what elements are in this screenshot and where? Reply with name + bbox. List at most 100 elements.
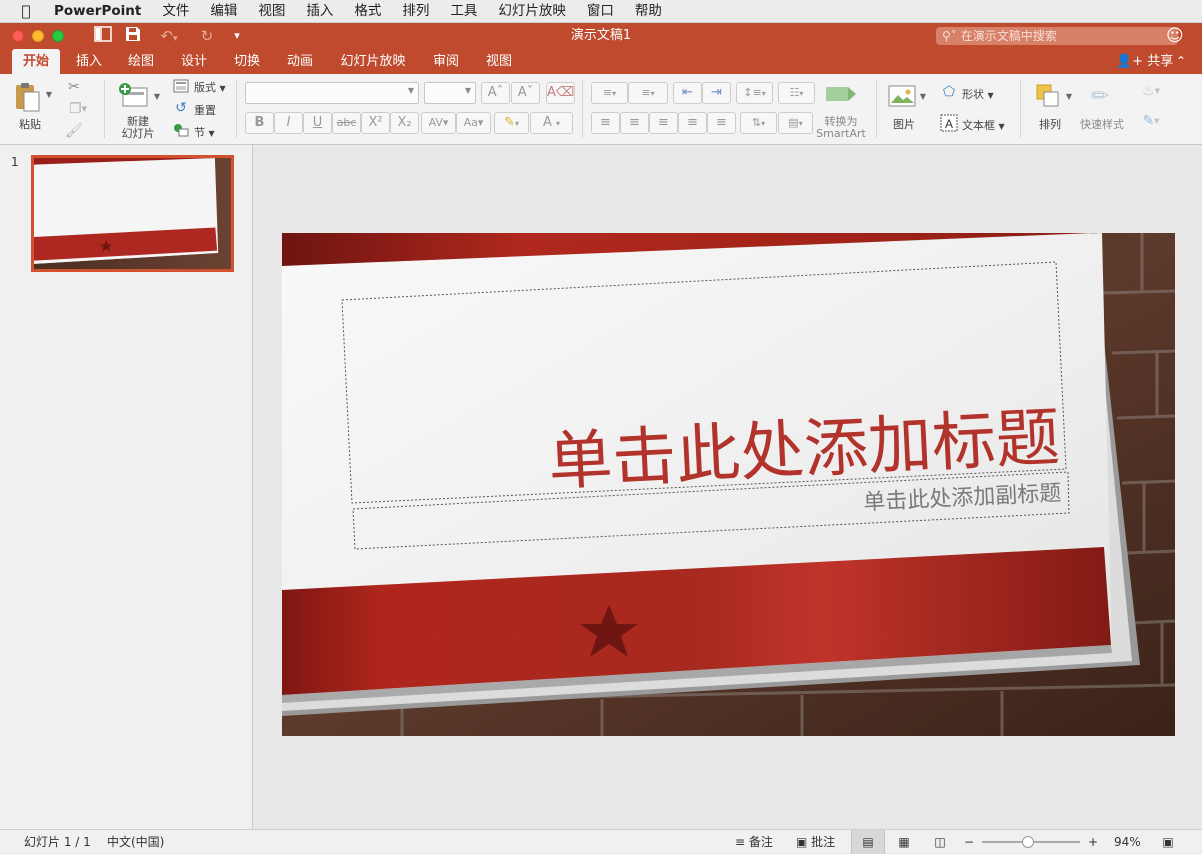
undo-icon[interactable]: ↶▾ — [154, 26, 184, 46]
language-indicator[interactable]: 中文(中国) — [107, 830, 164, 854]
tab-view[interactable]: 视图 — [476, 49, 522, 74]
tab-insert[interactable]: 插入 — [66, 49, 112, 74]
decrease-indent-icon[interactable]: ⇤ — [673, 82, 702, 104]
character-spacing-icon[interactable]: AV▾ — [421, 112, 456, 134]
reading-view-icon[interactable]: ◫ — [930, 830, 950, 854]
textbox-button[interactable]: 文本框 ▼ — [962, 117, 1005, 133]
tab-animations[interactable]: 动画 — [277, 49, 323, 74]
change-case-icon[interactable]: Aa▾ — [456, 112, 491, 134]
new-slide-icon[interactable] — [116, 80, 150, 114]
shape-outline-icon[interactable]: ✎ ▼ — [1136, 112, 1166, 130]
feedback-smiley-icon[interactable]: ☺▾ — [1166, 26, 1186, 64]
comments-button[interactable]: ▣ 批注 — [796, 830, 835, 854]
new-slide-dropdown-icon[interactable]: ▼ — [152, 92, 162, 101]
tab-draw[interactable]: 绘图 — [118, 49, 164, 74]
tab-home[interactable]: 开始 — [12, 49, 60, 74]
tab-design[interactable]: 设计 — [171, 49, 217, 74]
clear-formatting-icon[interactable]: A⌫ — [546, 82, 575, 104]
zoom-window-button[interactable] — [52, 30, 64, 42]
grow-font-icon[interactable]: Aˆ — [481, 82, 510, 104]
fit-to-window-icon[interactable]: ▣ — [1160, 830, 1176, 854]
menu-file[interactable]: 文件 — [162, 0, 189, 23]
cut-icon[interactable]: ✂ — [64, 78, 84, 96]
underline-button[interactable]: U — [303, 112, 332, 134]
layout-button[interactable]: 版式 ▼ — [194, 79, 226, 95]
distributed-icon[interactable]: ≡ — [707, 112, 736, 134]
menu-arrange[interactable]: 排列 — [402, 0, 429, 23]
search-field[interactable]: ⚲˅ 在演示文稿中搜索 — [936, 27, 1178, 45]
line-spacing-icon[interactable]: ↕≡▾ — [736, 82, 773, 104]
picture-dropdown-icon[interactable]: ▼ — [918, 92, 928, 101]
paste-icon[interactable] — [12, 80, 42, 114]
menu-insert[interactable]: 插入 — [306, 0, 333, 23]
menu-view[interactable]: 视图 — [258, 0, 285, 23]
layout-icon[interactable] — [172, 78, 190, 94]
customize-toolbar-icon[interactable]: ▾ — [228, 26, 246, 46]
tab-slideshow[interactable]: 幻灯片放映 — [332, 49, 414, 74]
zoom-out-icon[interactable]: − — [962, 830, 976, 854]
menu-edit[interactable]: 编辑 — [210, 0, 237, 23]
font-size-dropdown[interactable]: ▼ — [424, 82, 476, 104]
save-icon[interactable] — [122, 26, 144, 46]
highlight-icon[interactable]: ✎▾ — [494, 112, 529, 134]
font-name-dropdown[interactable]: ▼ — [245, 82, 419, 104]
align-text-icon[interactable]: ▤▾ — [778, 112, 813, 134]
reset-label[interactable]: 重置 — [194, 102, 216, 118]
section-button[interactable]: 节 ▼ — [194, 124, 215, 140]
close-window-button[interactable] — [12, 30, 24, 42]
tab-review[interactable]: 审阅 — [423, 49, 469, 74]
shapes-button[interactable]: 形状 ▼ — [962, 86, 994, 102]
menu-app-powerpoint[interactable]: PowerPoint — [54, 0, 141, 23]
text-direction-icon[interactable]: ⇅▾ — [740, 112, 777, 134]
arrange-icon[interactable] — [1032, 82, 1064, 110]
apple-icon[interactable]:  — [18, 0, 34, 23]
format-painter-icon[interactable]: 🖌 — [64, 122, 84, 140]
font-color-icon[interactable]: A ▾ — [530, 112, 573, 134]
normal-view-icon[interactable]: ▤ — [851, 830, 885, 854]
reset-icon[interactable]: ↺ — [172, 100, 190, 116]
align-right-icon[interactable]: ≡ — [649, 112, 678, 134]
increase-indent-icon[interactable]: ⇥ — [702, 82, 731, 104]
share-button[interactable]: 👤+ 共享 — [1116, 49, 1173, 74]
bullets-icon[interactable]: ≡▾ — [591, 82, 628, 104]
numbering-icon[interactable]: ≡▾ — [628, 82, 668, 104]
strikethrough-button[interactable]: abc — [332, 112, 361, 134]
columns-icon[interactable]: ☷▾ — [778, 82, 815, 104]
menu-tools[interactable]: 工具 — [450, 0, 477, 23]
menu-slideshow[interactable]: 幻灯片放映 — [498, 0, 566, 23]
justify-icon[interactable]: ≡ — [678, 112, 707, 134]
menu-window[interactable]: 窗口 — [587, 0, 614, 23]
quick-styles-icon[interactable]: ✏ — [1082, 82, 1118, 110]
minimize-window-button[interactable] — [32, 30, 44, 42]
shrink-font-icon[interactable]: Aˇ — [511, 82, 540, 104]
redo-icon[interactable]: ↻ — [196, 26, 218, 46]
tab-transitions[interactable]: 切换 — [224, 49, 270, 74]
slide-thumbnail-1[interactable] — [31, 155, 234, 272]
shapes-icon[interactable]: ⬠ — [938, 82, 960, 102]
textbox-icon[interactable]: A — [938, 112, 960, 134]
superscript-button[interactable]: X² — [361, 112, 390, 134]
zoom-level[interactable]: 94% — [1114, 830, 1141, 854]
menu-help[interactable]: 帮助 — [635, 0, 662, 23]
align-center-icon[interactable]: ≡ — [620, 112, 649, 134]
shape-fill-icon[interactable]: ♨ ▼ — [1136, 82, 1166, 100]
paste-dropdown-icon[interactable]: ▼ — [44, 90, 54, 99]
subscript-button[interactable]: X₂ — [390, 112, 419, 134]
zoom-slider[interactable] — [982, 830, 1080, 854]
copy-icon[interactable]: ❐ ▼ — [64, 100, 92, 118]
sidebar-toggle-icon[interactable] — [92, 26, 114, 46]
picture-icon[interactable] — [886, 82, 918, 110]
italic-button[interactable]: I — [274, 112, 303, 134]
section-icon[interactable] — [172, 122, 190, 138]
zoom-slider-thumb[interactable] — [1022, 836, 1034, 848]
bold-button[interactable]: B — [245, 112, 274, 134]
arrange-dropdown-icon[interactable]: ▼ — [1064, 92, 1074, 101]
smartart-convert-icon[interactable] — [822, 80, 860, 108]
notes-button[interactable]: ≡ 备注 — [735, 830, 773, 854]
collapse-ribbon-icon[interactable]: ⌃ — [1176, 49, 1186, 74]
slide-1[interactable]: 单击此处添加标题 单击此处添加副标题 — [282, 233, 1175, 736]
zoom-in-icon[interactable]: + — [1086, 830, 1100, 854]
menu-format[interactable]: 格式 — [354, 0, 381, 23]
align-left-icon[interactable]: ≡ — [591, 112, 620, 134]
slide-sorter-view-icon[interactable]: ▦ — [894, 830, 914, 854]
